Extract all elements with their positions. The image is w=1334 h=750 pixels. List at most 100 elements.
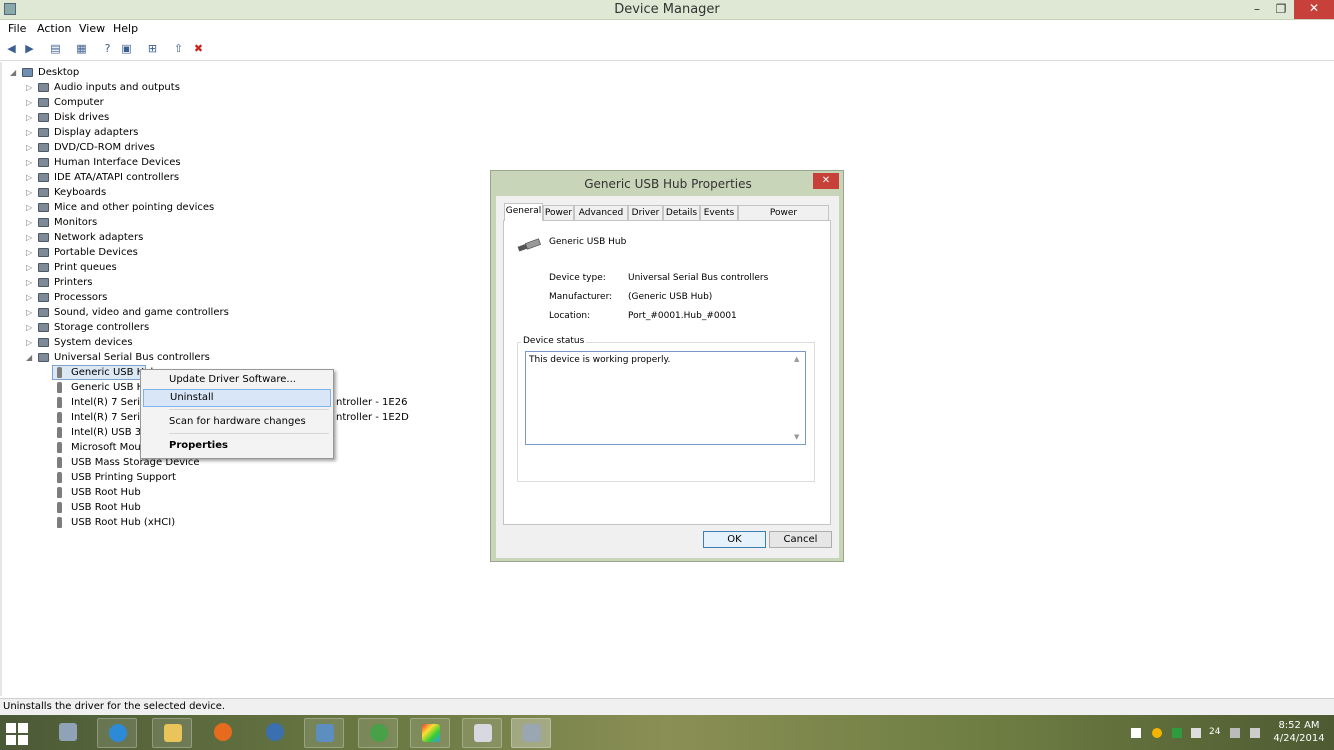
expand-arrow-icon[interactable]: ▷ <box>26 335 32 350</box>
media-editor-icon[interactable] <box>410 718 450 748</box>
calculator-icon[interactable] <box>48 718 88 748</box>
expand-arrow-icon[interactable]: ▷ <box>26 110 32 125</box>
context-scan-hardware[interactable]: Scan for hardware changes <box>143 413 331 431</box>
restore-icon[interactable]: ❐ <box>1272 1 1290 18</box>
file-explorer-icon[interactable] <box>152 718 192 748</box>
network-icon[interactable] <box>1230 728 1240 738</box>
tree-category[interactable]: ▷ Sound, video and game controllers <box>26 305 246 320</box>
tree-category[interactable]: ▷ Disk drives <box>26 110 246 125</box>
update-driver-icon[interactable]: ⇧ <box>171 42 186 56</box>
tree-category[interactable]: ▷ System devices <box>26 335 246 350</box>
expand-arrow-icon[interactable]: ▷ <box>26 155 32 170</box>
expand-arrow-icon[interactable]: ▷ <box>26 200 32 215</box>
ok-button[interactable]: OK <box>703 531 766 548</box>
scroll-down-icon[interactable]: ▼ <box>794 433 799 441</box>
context-update-driver[interactable]: Update Driver Software... <box>143 371 331 389</box>
expand-arrow-icon[interactable]: ▷ <box>26 140 32 155</box>
internet-explorer-icon[interactable] <box>97 718 137 748</box>
tray-app-icon[interactable] <box>1152 728 1162 738</box>
uninstall-icon[interactable]: ✖ <box>191 42 206 56</box>
usb-device-icon <box>57 427 62 438</box>
expand-arrow-icon[interactable]: ▷ <box>26 80 32 95</box>
volume-icon[interactable] <box>1250 728 1260 738</box>
show-hide-console-tree-icon[interactable]: ▤ <box>48 42 63 56</box>
usb-device-item[interactable]: USB Printing Support <box>56 470 196 485</box>
thunderbird-icon[interactable] <box>255 718 295 748</box>
expand-arrow-icon[interactable]: ▷ <box>26 305 32 320</box>
status-scrollbar[interactable]: ▲ ▼ <box>791 352 805 444</box>
expand-arrow-icon[interactable]: ▷ <box>26 125 32 140</box>
close-window-button[interactable]: ✕ <box>1294 0 1334 19</box>
clock-time: 8:52 AM <box>1278 720 1320 731</box>
tab-driver[interactable]: Driver <box>628 205 663 220</box>
context-properties[interactable]: Properties <box>143 437 331 455</box>
tree-category[interactable]: ▷ DVD/CD-ROM drives <box>26 140 246 155</box>
tree-category[interactable]: ▷ Portable Devices <box>26 245 246 260</box>
collapse-arrow-icon[interactable]: ◢ <box>26 350 32 365</box>
tree-category[interactable]: ▷ Printers <box>26 275 246 290</box>
control-panel-icon[interactable] <box>304 718 344 748</box>
scroll-up-icon[interactable]: ▲ <box>794 355 799 363</box>
expand-arrow-icon[interactable]: ▷ <box>26 275 32 290</box>
tray-number[interactable]: 24 <box>1209 727 1220 737</box>
expand-arrow-icon[interactable]: ▷ <box>26 260 32 275</box>
expand-arrow-icon[interactable]: ▷ <box>26 95 32 110</box>
tray-usb-icon[interactable] <box>1191 728 1201 738</box>
tree-category[interactable]: ▷ Keyboards <box>26 185 246 200</box>
dialog-close-button[interactable]: ✕ <box>813 173 839 189</box>
tree-category[interactable]: ▷ Audio inputs and outputs <box>26 80 246 95</box>
cancel-button[interactable]: Cancel <box>769 531 832 548</box>
start-button[interactable] <box>6 723 28 745</box>
menu-view[interactable]: View <box>79 22 105 35</box>
view-icon[interactable]: ▣ <box>119 42 134 56</box>
usb-device-item[interactable]: USB Root Hub <box>56 485 196 500</box>
tab-details[interactable]: Details <box>663 205 700 220</box>
tray-check-icon[interactable] <box>1172 728 1182 738</box>
device-manager-taskbar-icon[interactable] <box>511 718 551 748</box>
tree-category[interactable]: ▷ Network adapters <box>26 230 246 245</box>
flag-icon[interactable] <box>1131 728 1141 738</box>
pdf-tool-icon[interactable] <box>462 718 502 748</box>
expand-arrow-icon[interactable]: ▷ <box>26 290 32 305</box>
usb-device-item[interactable]: USB Root Hub <box>56 500 196 515</box>
context-uninstall[interactable]: Uninstall <box>143 389 331 407</box>
tree-root[interactable]: ◢ Desktop <box>10 65 130 80</box>
tab-power[interactable]: Power <box>543 205 574 220</box>
menu-action[interactable]: Action <box>37 22 71 35</box>
firefox-icon[interactable] <box>203 718 243 748</box>
expand-arrow-icon[interactable]: ▷ <box>26 320 32 335</box>
tree-category[interactable]: ▷ IDE ATA/ATAPI controllers <box>26 170 246 185</box>
expand-arrow-icon[interactable]: ▷ <box>26 170 32 185</box>
tree-category[interactable]: ▷ Processors <box>26 290 246 305</box>
clock[interactable]: 8:52 AM 4/24/2014 <box>1268 719 1330 745</box>
properties-icon[interactable]: ▦ <box>74 42 89 56</box>
scan-hardware-icon[interactable]: ⊞ <box>145 42 160 56</box>
expand-arrow-icon[interactable]: ▷ <box>26 185 32 200</box>
menu-help[interactable]: Help <box>113 22 138 35</box>
tree-category[interactable]: ▷ Human Interface Devices <box>26 155 246 170</box>
back-arrow-icon[interactable]: ◀ <box>4 42 19 56</box>
tab-events[interactable]: Events <box>700 205 738 220</box>
help-icon[interactable]: ? <box>100 42 115 56</box>
tree-category[interactable]: ▷ Monitors <box>26 215 246 230</box>
properties-dialog: Generic USB Hub Properties ✕ General Pow… <box>490 170 844 562</box>
collapse-arrow-icon[interactable]: ◢ <box>10 65 16 80</box>
tree-category[interactable]: ◢ Universal Serial Bus controllers <box>26 350 246 365</box>
tab-power-management[interactable]: Power Management <box>738 205 829 232</box>
tree-category[interactable]: ▷ Display adapters <box>26 125 246 140</box>
device-status-textbox[interactable]: This device is working properly. ▲ ▼ <box>525 351 806 445</box>
expand-arrow-icon[interactable]: ▷ <box>26 215 32 230</box>
tree-category[interactable]: ▷ Mice and other pointing devices <box>26 200 246 215</box>
forward-arrow-icon[interactable]: ▶ <box>22 42 37 56</box>
expand-arrow-icon[interactable]: ▷ <box>26 245 32 260</box>
network-globe-icon[interactable] <box>358 718 398 748</box>
menu-file[interactable]: File <box>8 22 26 35</box>
usb-device-item[interactable]: USB Root Hub (xHCI) <box>56 515 196 530</box>
expand-arrow-icon[interactable]: ▷ <box>26 230 32 245</box>
tab-general[interactable]: General <box>504 203 543 221</box>
tree-category[interactable]: ▷ Print queues <box>26 260 246 275</box>
tree-category[interactable]: ▷ Computer <box>26 95 246 110</box>
tab-advanced[interactable]: Advanced <box>574 205 628 220</box>
minimize-icon[interactable]: – <box>1249 1 1265 18</box>
tree-category[interactable]: ▷ Storage controllers <box>26 320 246 335</box>
